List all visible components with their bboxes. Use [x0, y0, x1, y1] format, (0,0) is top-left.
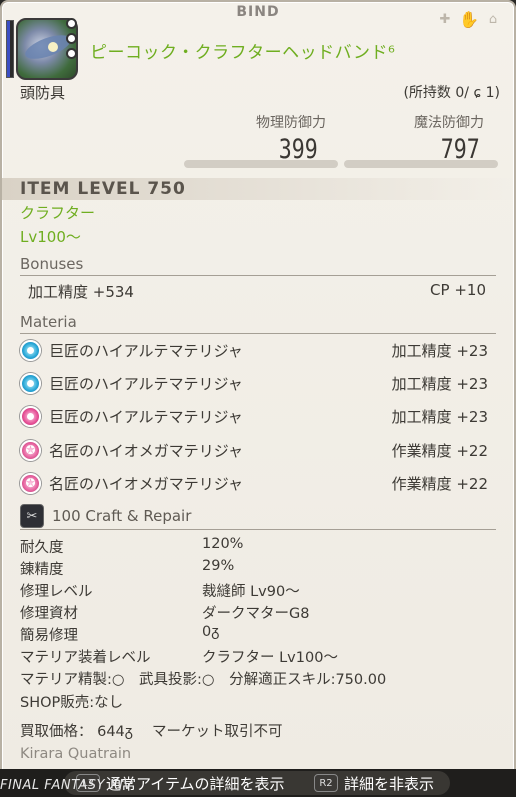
- pink-materia-icon: [20, 405, 41, 427]
- hq-icon: ⁶: [388, 43, 396, 63]
- bonus-left: 加工精度 +534: [28, 283, 134, 301]
- equip-level: Lv100～: [20, 228, 81, 246]
- materia-row[interactable]: 巨匠のハイアルテマテリジャ 加工精度 +23: [20, 338, 488, 362]
- class-job: クラフター: [20, 204, 96, 222]
- plus-icon: ✚: [439, 11, 451, 27]
- craft-repair-icon: ✂: [20, 504, 44, 528]
- item-tooltip: BIND ✚ ✋ ⌂ ピーコック・クラフターヘッドバンド⁶ 頭防具 (所持数 0…: [0, 0, 516, 778]
- craft-rule: [20, 529, 496, 530]
- blue-materia-icon: [20, 339, 41, 361]
- materia-rule: [20, 333, 496, 334]
- ffxiv-logo: FINAL FANTASY XIV: [0, 778, 133, 793]
- craft-repair-title: 100 Craft & Repair: [52, 507, 192, 525]
- physical-defense-bar: [184, 160, 338, 168]
- item-level: ITEM LEVEL 750: [20, 179, 186, 199]
- materia-row[interactable]: ✪ 名匠のハイオメガマテリジャ 作業精度 +22: [20, 471, 488, 495]
- materia-slot-dots: [66, 18, 77, 59]
- owned-count: (所持数 0/ ɕ 1): [403, 85, 500, 101]
- materia-row[interactable]: 巨匠のハイアルテマテリジャ 加工精度 +23: [20, 404, 488, 428]
- star-materia-icon: ✪: [20, 472, 41, 494]
- r2-hint[interactable]: R2 詳細を非表示: [314, 771, 434, 795]
- materia-row[interactable]: ✪ 名匠のハイオメガマテリジャ 作業精度 +22: [20, 438, 488, 462]
- physical-defense-label: 物理防御力: [256, 115, 326, 131]
- bonus-right: CP +10: [430, 281, 486, 299]
- materia-projection-line: マテリア精製:○ 武具投影:○ 分解適正スキル:750.00: [20, 672, 387, 688]
- durability-row: 耐久度 120%: [20, 536, 244, 556]
- bonuses-rule: [20, 275, 496, 276]
- durability-bar: [6, 20, 14, 78]
- easy-repair-row: 簡易修理 0ᵹ: [20, 624, 220, 644]
- hq-small-icon: ɕ: [469, 85, 486, 101]
- materia-level-row: マテリア装着レベル クラフター Lv100～: [20, 650, 338, 666]
- repair-material-row: 修理資材 ダークマターG8: [20, 606, 310, 622]
- star-materia-icon: ✪: [20, 439, 41, 461]
- materia-row[interactable]: 巨匠のハイアルテマテリジャ 加工精度 +23: [20, 371, 488, 395]
- r2-hint-label: 詳細を非表示: [344, 774, 435, 793]
- item-name: ピーコック・クラフターヘッドバンド⁶: [90, 43, 396, 63]
- bonuses-row: 加工精度 +534 CP +10: [28, 281, 486, 302]
- house-icon: ⌂: [488, 11, 498, 27]
- price-line: 買取価格： 644ᵹ マーケット取引不可: [20, 724, 283, 740]
- hand-icon: ✋: [459, 9, 479, 29]
- crafter-name: Kirara Quatrain: [20, 746, 132, 762]
- blue-materia-icon: [20, 372, 41, 394]
- magic-defense-label: 魔法防御力: [414, 115, 484, 131]
- repair-level-row: 修理レベル 裁縫師 Lv90～: [20, 584, 300, 600]
- item-category: 頭防具: [20, 84, 66, 102]
- r2-button-icon: R2: [314, 774, 338, 792]
- top-icons: ✚ ✋ ⌂: [436, 9, 502, 29]
- magic-defense-bar: [344, 160, 498, 168]
- bonuses-title: Bonuses: [20, 255, 84, 273]
- shop-line: SHOP販売:なし: [20, 695, 124, 711]
- spiritbond-row: 錬精度 29%: [20, 558, 235, 578]
- materia-title: Materia: [20, 313, 77, 331]
